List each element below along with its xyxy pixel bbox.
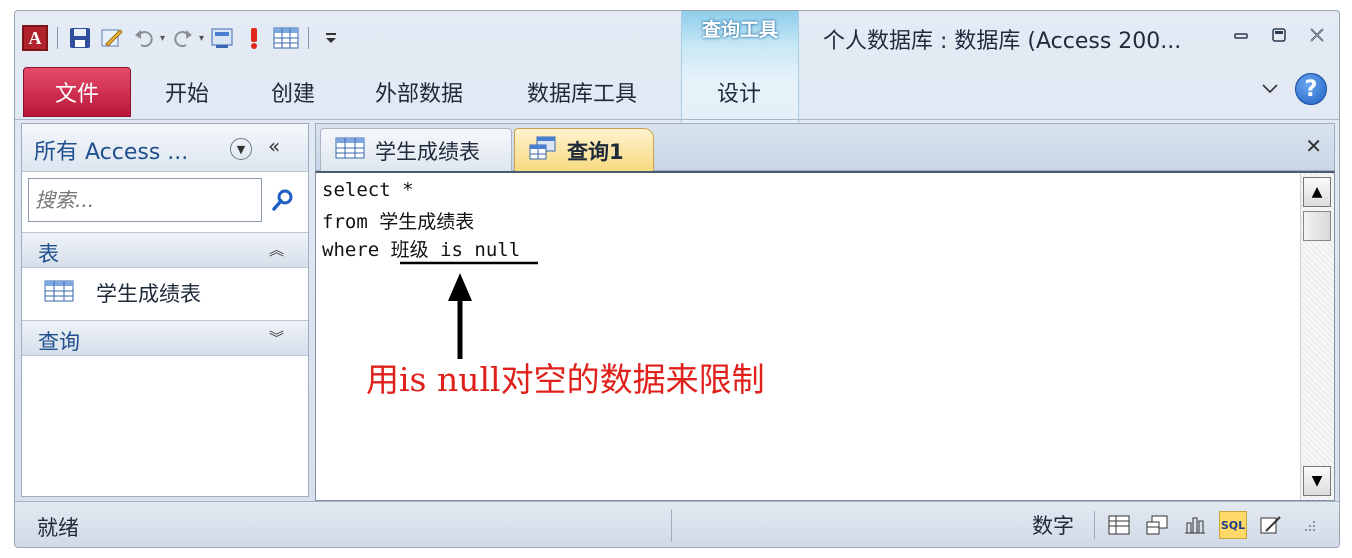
resize-grip-icon[interactable] bbox=[1295, 511, 1323, 539]
status-mode: 数字 bbox=[1032, 514, 1074, 538]
sql-editor[interactable]: select * from 学生成绩表 where 班级 is null 用is… bbox=[315, 171, 1335, 501]
undo-icon[interactable] bbox=[130, 24, 158, 52]
pivot-chart-view-icon[interactable] bbox=[1181, 511, 1209, 539]
search-input[interactable] bbox=[29, 179, 261, 221]
toolbar-separator bbox=[308, 27, 310, 49]
scroll-thumb[interactable] bbox=[1303, 211, 1331, 241]
table-icon bbox=[335, 137, 365, 164]
window-title: 个人数据库 : 数据库 (Access 200... bbox=[823, 29, 1182, 54]
tab-label: 学生成绩表 bbox=[375, 139, 480, 164]
save-icon[interactable] bbox=[66, 24, 94, 52]
tab-file[interactable]: 文件 bbox=[23, 67, 131, 117]
search-icon[interactable] bbox=[268, 184, 298, 216]
ribbon-right-controls: ? bbox=[1261, 73, 1327, 105]
document-area: 学生成绩表 查询1 ✕ select * from 学生成绩表 where 班级… bbox=[315, 123, 1335, 501]
tab-external-data[interactable]: 外部数据 bbox=[375, 67, 463, 117]
vertical-scrollbar[interactable]: ▲ ▼ bbox=[1300, 173, 1334, 500]
access-window: A ▾ ▾ 查询工具 个人数据库: 数据库 (Access 200... 文件… bbox=[14, 10, 1340, 548]
quick-access-toolbar: A ▾ ▾ bbox=[21, 23, 345, 53]
undo-dropdown-icon[interactable]: ▾ bbox=[160, 33, 165, 44]
ribbon-divider bbox=[15, 119, 1339, 120]
run-icon[interactable] bbox=[240, 24, 268, 52]
tab-create[interactable]: 创建 bbox=[271, 67, 315, 117]
view-icon[interactable] bbox=[208, 24, 236, 52]
tab-label: 查询1 bbox=[567, 139, 624, 164]
close-document-icon[interactable]: ✕ bbox=[1305, 134, 1322, 158]
table-icon bbox=[44, 280, 74, 307]
status-bar: 就绪 数字 SQL bbox=[15, 501, 1339, 547]
nav-search-box[interactable] bbox=[28, 178, 262, 222]
navigation-pane: 所有 Access ... ▼ « 表 ︽ 学生成绩表 查询 ︾ bbox=[21, 123, 309, 497]
nav-group-label: 查询 bbox=[38, 330, 80, 354]
nav-item-label: 学生成绩表 bbox=[96, 282, 201, 306]
nav-group-queries[interactable]: 查询 ︾ bbox=[22, 320, 308, 356]
nav-pane-header[interactable]: 所有 Access ... ▼ « bbox=[22, 124, 308, 172]
tab-student-scores-table[interactable]: 学生成绩表 bbox=[320, 128, 512, 172]
customize-toolbar-icon[interactable] bbox=[317, 24, 345, 52]
chevron-down-icon: ︾ bbox=[268, 329, 284, 347]
pivot-table-view-icon[interactable] bbox=[1143, 511, 1171, 539]
nav-group-tables[interactable]: 表 ︽ bbox=[22, 232, 308, 268]
sql-view-icon[interactable]: SQL bbox=[1219, 511, 1247, 539]
document-tab-strip: 学生成绩表 查询1 ✕ bbox=[315, 123, 1335, 172]
status-divider bbox=[671, 510, 672, 542]
close-window-icon[interactable] bbox=[1305, 23, 1329, 47]
tab-home[interactable]: 开始 bbox=[165, 67, 209, 117]
tab-query1[interactable]: 查询1 bbox=[514, 128, 654, 172]
annotation-text: 用is null对空的数据来限制 bbox=[366, 360, 765, 399]
design-edit-icon[interactable] bbox=[98, 24, 126, 52]
minimize-ribbon-icon[interactable] bbox=[1261, 80, 1279, 99]
help-icon[interactable]: ? bbox=[1295, 73, 1327, 105]
status-divider bbox=[1094, 511, 1095, 539]
design-view-icon[interactable] bbox=[1257, 511, 1285, 539]
chevron-up-icon: ︽ bbox=[268, 241, 284, 259]
ribbon-tabs: 文件 开始 创建 外部数据 数据库工具 设计 ? bbox=[15, 67, 1339, 123]
minimize-icon[interactable] bbox=[1229, 23, 1253, 47]
nav-item-student-scores-table[interactable]: 学生成绩表 bbox=[44, 274, 201, 312]
redo-icon[interactable] bbox=[169, 24, 197, 52]
window-controls bbox=[1229, 23, 1329, 47]
maximize-icon[interactable] bbox=[1267, 23, 1291, 47]
context-tab-group-label: 查询工具 bbox=[701, 19, 778, 41]
redo-dropdown-icon[interactable]: ▾ bbox=[199, 33, 204, 44]
toolbar-separator bbox=[57, 27, 58, 49]
query-icon bbox=[529, 136, 557, 165]
annotation-arrow bbox=[400, 261, 538, 359]
nav-pane-title: 所有 Access ... bbox=[34, 140, 189, 165]
status-right: 数字 SQL bbox=[1032, 510, 1323, 540]
tab-database-tools[interactable]: 数据库工具 bbox=[527, 67, 637, 117]
nav-collapse-icon[interactable]: « bbox=[268, 134, 280, 158]
nav-group-label: 表 bbox=[38, 242, 59, 266]
title-bar: A ▾ ▾ 查询工具 个人数据库: 数据库 (Access 200... bbox=[15, 11, 1339, 129]
status-text: 就绪 bbox=[37, 516, 79, 540]
scroll-down-icon[interactable]: ▼ bbox=[1303, 466, 1331, 496]
table-icon[interactable] bbox=[272, 24, 300, 52]
tab-design[interactable]: 设计 bbox=[717, 67, 761, 117]
access-logo-icon[interactable]: A bbox=[21, 24, 49, 52]
scroll-up-icon[interactable]: ▲ bbox=[1303, 177, 1331, 207]
datasheet-view-icon[interactable] bbox=[1105, 511, 1133, 539]
nav-menu-dropdown-icon[interactable]: ▼ bbox=[230, 138, 252, 160]
